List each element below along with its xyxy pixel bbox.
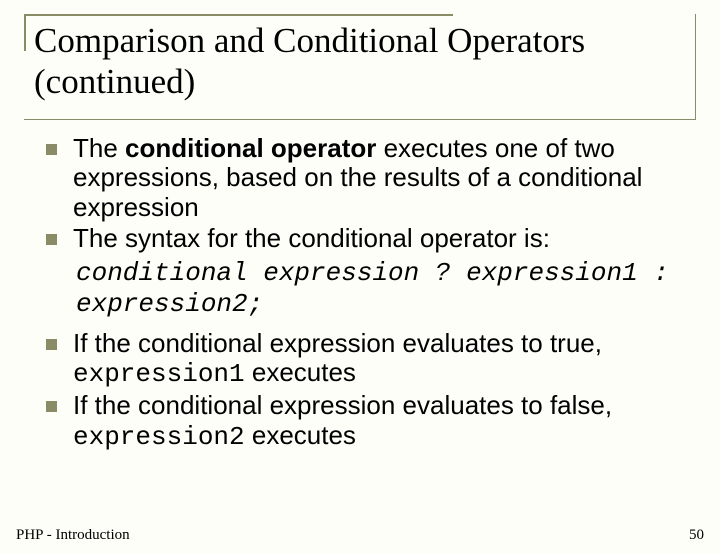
bullet-2-text: The syntax for the conditional operator … xyxy=(73,224,550,254)
code-syntax: conditional expression ? expression1 : e… xyxy=(76,258,690,320)
bullet-1-bold: conditional operator xyxy=(125,133,376,163)
bullet-3: If the conditional expression evaluates … xyxy=(46,329,690,391)
slide-content: The conditional operator executes one of… xyxy=(0,120,720,454)
bullet-1-text: The conditional operator executes one of… xyxy=(73,134,690,224)
bullet-4-post: executes xyxy=(245,420,356,450)
bullet-2: The syntax for the conditional operator … xyxy=(46,224,690,254)
bullet-4-text: If the conditional expression evaluates … xyxy=(73,391,690,453)
square-bullet-icon xyxy=(46,234,57,245)
bullet-4-code: expression2 xyxy=(73,422,245,452)
title-container: Comparison and Conditional Operators (co… xyxy=(24,14,696,120)
bullet-1: The conditional operator executes one of… xyxy=(46,134,690,224)
square-bullet-icon xyxy=(46,339,57,350)
bullet-4-pre: If the conditional expression evaluates … xyxy=(73,390,612,420)
bullet-1-pre: The xyxy=(73,133,125,163)
square-bullet-icon xyxy=(46,144,57,155)
square-bullet-icon xyxy=(46,401,57,412)
bullet-3-post: executes xyxy=(245,357,356,387)
code-line-2: expression2; xyxy=(76,289,690,320)
code-line-1: conditional expression ? expression1 : xyxy=(76,258,690,289)
page-number: 50 xyxy=(689,527,704,544)
footer-left: PHP - Introduction xyxy=(16,527,130,544)
slide-footer: PHP - Introduction 50 xyxy=(16,527,704,544)
slide-title: Comparison and Conditional Operators (co… xyxy=(34,20,695,103)
bullet-3-pre: If the conditional expression evaluates … xyxy=(73,328,602,358)
bullet-3-text: If the conditional expression evaluates … xyxy=(73,329,690,391)
bullet-3-code: expression1 xyxy=(73,359,245,389)
bullet-4: If the conditional expression evaluates … xyxy=(46,391,690,453)
